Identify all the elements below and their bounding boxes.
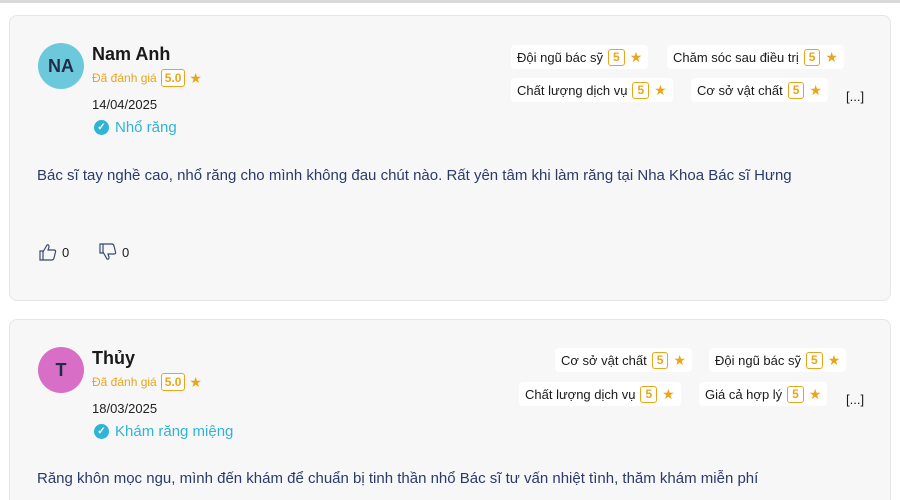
rating-tag-label: Cơ sở vật chất: [561, 352, 647, 368]
star-icon: ★: [809, 82, 822, 98]
rating-tag: Chăm sóc sau điều trị 5 ★: [667, 45, 844, 69]
rating-tag-label: Chăm sóc sau điều trị: [673, 49, 799, 65]
review-date: 18/03/2025: [92, 401, 158, 416]
dislike-button[interactable]: 0: [98, 242, 129, 262]
star-icon: ★: [654, 82, 667, 98]
rating-tag-label: Đội ngũ bác sỹ: [715, 352, 801, 368]
rating-tag-score: 5: [803, 48, 821, 66]
top-divider: [0, 0, 900, 3]
check-circle-icon: ✓: [94, 120, 109, 135]
check-circle-icon: ✓: [94, 424, 109, 439]
rating-tag-label: Đội ngũ bác sỹ: [517, 49, 603, 65]
star-icon: ★: [673, 352, 686, 368]
reviewer-name: Nam Anh: [92, 44, 171, 64]
rating-tag-score: 5: [632, 81, 650, 99]
avatar: NA: [38, 43, 84, 89]
rating-tag: Cơ sở vật chất 5 ★: [555, 348, 692, 372]
star-icon: ★: [662, 386, 675, 402]
more-tags-link[interactable]: [...]: [846, 89, 864, 104]
review-card: T Thủy Đã đánh giá 5.0 ★ 18/03/2025 ✓ Kh…: [9, 319, 891, 500]
rating-tag-score: 5: [640, 385, 658, 403]
rating-tag-score: 5: [787, 385, 804, 403]
thumbs-down-icon: [99, 243, 117, 260]
rating-tag: Chất lượng dịch vụ 5 ★: [519, 382, 681, 406]
rating-tag-score: 5: [651, 351, 669, 369]
rating-tag: Cơ sở vật chất 5 ★: [691, 78, 828, 102]
rating-tag-score: 5: [806, 351, 823, 369]
overall-score-badge: 5.0: [160, 373, 186, 391]
rated-label: Đã đánh giá: [92, 71, 157, 85]
review-content: Bác sĩ tay nghề cao, nhổ răng cho mình k…: [37, 167, 792, 184]
service-label: Nhổ răng: [115, 119, 177, 136]
rated-label: Đã đánh giá: [92, 375, 157, 389]
reviewer-name: Thủy: [92, 348, 135, 368]
thumbs-up-icon: [39, 244, 57, 261]
review-date: 14/04/2025: [92, 97, 158, 112]
rating-tag: Đội ngũ bác sỹ 5 ★: [511, 45, 649, 69]
star-icon: ★: [189, 374, 202, 390]
overall-score-badge: 5.0: [160, 69, 186, 87]
star-icon: ★: [629, 49, 643, 65]
rating-tag-label: Giá cả hợp lý: [705, 386, 783, 402]
more-tags-link[interactable]: [...]: [846, 392, 864, 407]
star-icon: ★: [825, 49, 838, 65]
like-count: 0: [62, 244, 70, 260]
service-tag[interactable]: ✓ Khám răng miệng: [94, 423, 233, 440]
star-icon: ★: [808, 386, 822, 402]
rating-tag-label: Chất lượng dịch vụ: [517, 82, 628, 98]
service-label: Khám răng miệng: [115, 423, 234, 440]
review-content: Răng khôn mọc ngu, mình đến khám để chuẩ…: [37, 470, 759, 487]
rating-summary: Đã đánh giá 5.0 ★: [92, 373, 202, 391]
rating-tag: Giá cả hợp lý 5 ★: [699, 382, 828, 406]
rating-tag-score: 5: [787, 81, 805, 99]
rating-tag-score: 5: [608, 48, 625, 66]
rating-summary: Đã đánh giá 5.0 ★: [92, 69, 202, 87]
dislike-count: 0: [122, 244, 130, 260]
rating-tag: Đội ngũ bác sỹ 5 ★: [709, 348, 847, 372]
star-icon: ★: [827, 352, 841, 368]
rating-tag: Chất lượng dịch vụ 5 ★: [511, 78, 673, 102]
star-icon: ★: [189, 70, 202, 86]
rating-tag-label: Cơ sở vật chất: [697, 82, 783, 98]
avatar: T: [38, 347, 84, 393]
rating-tag-label: Chất lượng dịch vụ: [525, 386, 636, 402]
service-tag[interactable]: ✓ Nhổ răng: [94, 119, 177, 136]
like-button[interactable]: 0: [38, 242, 69, 262]
review-card: NA Nam Anh Đã đánh giá 5.0 ★ 14/04/2025 …: [9, 15, 891, 301]
